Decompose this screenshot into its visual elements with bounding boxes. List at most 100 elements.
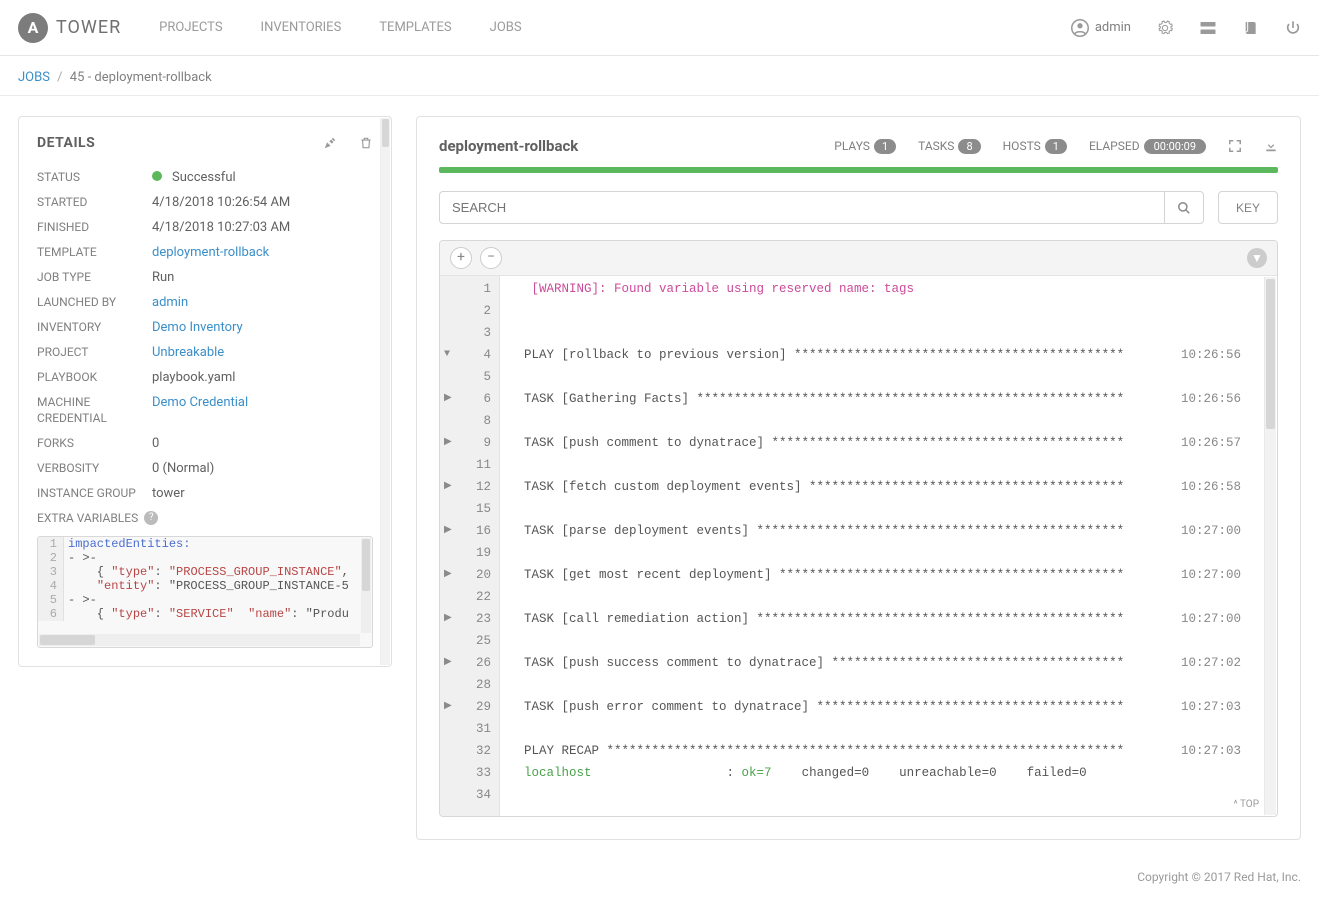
forks-label: FORKS: [37, 436, 152, 450]
output-line: [524, 498, 1277, 520]
output-line: [524, 630, 1277, 652]
chevron-right-icon[interactable]: ▶: [444, 564, 452, 586]
scrollbar-icon[interactable]: [1264, 277, 1276, 815]
logo-icon: A: [18, 13, 48, 43]
breadcrumb-root[interactable]: JOBS: [18, 70, 50, 85]
inventory-label: INVENTORY: [37, 320, 152, 334]
timestamp: 10:27:03: [1181, 740, 1241, 762]
instance-label: INSTANCE GROUP: [37, 486, 152, 500]
output-panel: deployment-rollback PLAYS1 TASKS8 HOSTS1…: [416, 116, 1301, 840]
output-line: [WARNING]: Found variable using reserved…: [524, 278, 1277, 300]
output-line: [524, 366, 1277, 388]
tasks-stat: TASKS8: [918, 139, 981, 154]
brand-name: TOWER: [56, 17, 121, 38]
project-link[interactable]: Unbreakable: [152, 345, 224, 360]
line-number: ▼4: [440, 344, 499, 366]
output-line: TASK [get most recent deployment] ******…: [524, 564, 1277, 586]
chevron-right-icon[interactable]: ▶: [444, 608, 452, 630]
expand-all-button[interactable]: +: [450, 247, 472, 269]
timestamp: 10:26:58: [1181, 476, 1241, 498]
scrollbar-icon[interactable]: [39, 634, 360, 646]
output-line: [524, 300, 1277, 322]
launched-label: LAUNCHED BY: [37, 295, 152, 309]
line-number: ▶9: [440, 432, 499, 454]
relaunch-icon[interactable]: [323, 136, 337, 150]
template-link[interactable]: deployment-rollback: [152, 245, 269, 260]
line-number: ▶29: [440, 696, 499, 718]
docs-icon[interactable]: [1243, 20, 1259, 36]
timestamp: 10:26:57: [1181, 432, 1241, 454]
cred-link[interactable]: Demo Credential: [152, 395, 248, 410]
line-number: 34: [440, 784, 499, 806]
chevron-right-icon[interactable]: ▶: [444, 520, 452, 542]
scroll-top-button[interactable]: ^ TOP: [1234, 799, 1259, 810]
chevron-down-icon[interactable]: ▼: [444, 344, 450, 366]
output-line: TASK [fetch custom deployment events] **…: [524, 476, 1277, 498]
inventory-icon[interactable]: [1199, 20, 1217, 36]
details-panel: DETAILS STATUSSuccessful STARTED4/18/201…: [18, 116, 392, 667]
nav-projects[interactable]: PROJECTS: [159, 20, 222, 35]
output-line: TASK [call remediation action] *********…: [524, 608, 1277, 630]
output-line: [524, 718, 1277, 740]
search-button[interactable]: [1164, 191, 1204, 224]
forks-value: 0: [152, 436, 159, 451]
line-number: 33: [440, 762, 499, 784]
output-line: [524, 586, 1277, 608]
output-line: [524, 784, 1277, 806]
power-icon[interactable]: [1285, 20, 1301, 36]
inventory-link[interactable]: Demo Inventory: [152, 320, 243, 335]
line-number: 2: [440, 300, 499, 322]
playbook-value: playbook.yaml: [152, 370, 235, 385]
chevron-right-icon[interactable]: ▶: [444, 388, 452, 410]
line-number: ▶23: [440, 608, 499, 630]
extravars-label: EXTRA VARIABLES: [37, 511, 138, 525]
download-icon[interactable]: [1264, 139, 1278, 153]
line-number: ▶20: [440, 564, 499, 586]
delete-icon[interactable]: [359, 136, 373, 150]
chevron-right-icon[interactable]: ▶: [444, 696, 452, 718]
playbook-label: PLAYBOOK: [37, 370, 152, 384]
top-nav: A TOWER PROJECTS INVENTORIES TEMPLATES J…: [0, 0, 1319, 56]
breadcrumb-current: 45 - deployment-rollback: [70, 70, 212, 85]
output-line: [524, 674, 1277, 696]
nav-jobs[interactable]: JOBS: [490, 20, 522, 35]
user-menu[interactable]: admin: [1071, 19, 1131, 37]
line-number: 32: [440, 740, 499, 762]
project-label: PROJECT: [37, 345, 152, 359]
scrollbar-icon[interactable]: [380, 118, 390, 665]
expand-icon[interactable]: [1228, 139, 1242, 153]
output-line: [524, 542, 1277, 564]
scroll-bottom-button[interactable]: ▼: [1247, 248, 1267, 268]
line-number: 15: [440, 498, 499, 520]
line-number: 19: [440, 542, 499, 564]
search-input[interactable]: [439, 191, 1164, 224]
search-icon: [1177, 201, 1191, 215]
timestamp: 10:26:56: [1181, 344, 1241, 366]
line-number: ▶12: [440, 476, 499, 498]
line-number: ▶16: [440, 520, 499, 542]
timestamp: 10:27:00: [1181, 608, 1241, 630]
timestamp: 10:27:00: [1181, 520, 1241, 542]
help-icon[interactable]: ?: [144, 511, 158, 525]
line-number: 22: [440, 586, 499, 608]
collapse-all-button[interactable]: −: [480, 247, 502, 269]
output-line: TASK [parse deployment events] *********…: [524, 520, 1277, 542]
scrollbar-icon[interactable]: [361, 538, 371, 633]
template-label: TEMPLATE: [37, 245, 152, 259]
chevron-right-icon[interactable]: ▶: [444, 432, 452, 454]
output-line: localhost : ok=7 changed=0 unreachable=0…: [524, 762, 1277, 784]
nav-templates[interactable]: TEMPLATES: [379, 20, 451, 35]
key-button[interactable]: KEY: [1218, 191, 1278, 224]
nav-inventories[interactable]: INVENTORIES: [261, 20, 342, 35]
timestamp: 10:27:02: [1181, 652, 1241, 674]
instance-value: tower: [152, 486, 185, 501]
gear-icon[interactable]: [1157, 20, 1173, 36]
output-line: TASK [push error comment to dynatrace] *…: [524, 696, 1277, 718]
status-value: Successful: [152, 170, 236, 185]
chevron-right-icon[interactable]: ▶: [444, 476, 452, 498]
extra-vars-editor[interactable]: 1impactedEntities:2- >-3 { "type": "PROC…: [37, 536, 373, 648]
line-number: ▶26: [440, 652, 499, 674]
chevron-right-icon[interactable]: ▶: [444, 652, 452, 674]
output-line: PLAY [rollback to previous version] ****…: [524, 344, 1277, 366]
launched-link[interactable]: admin: [152, 295, 188, 310]
